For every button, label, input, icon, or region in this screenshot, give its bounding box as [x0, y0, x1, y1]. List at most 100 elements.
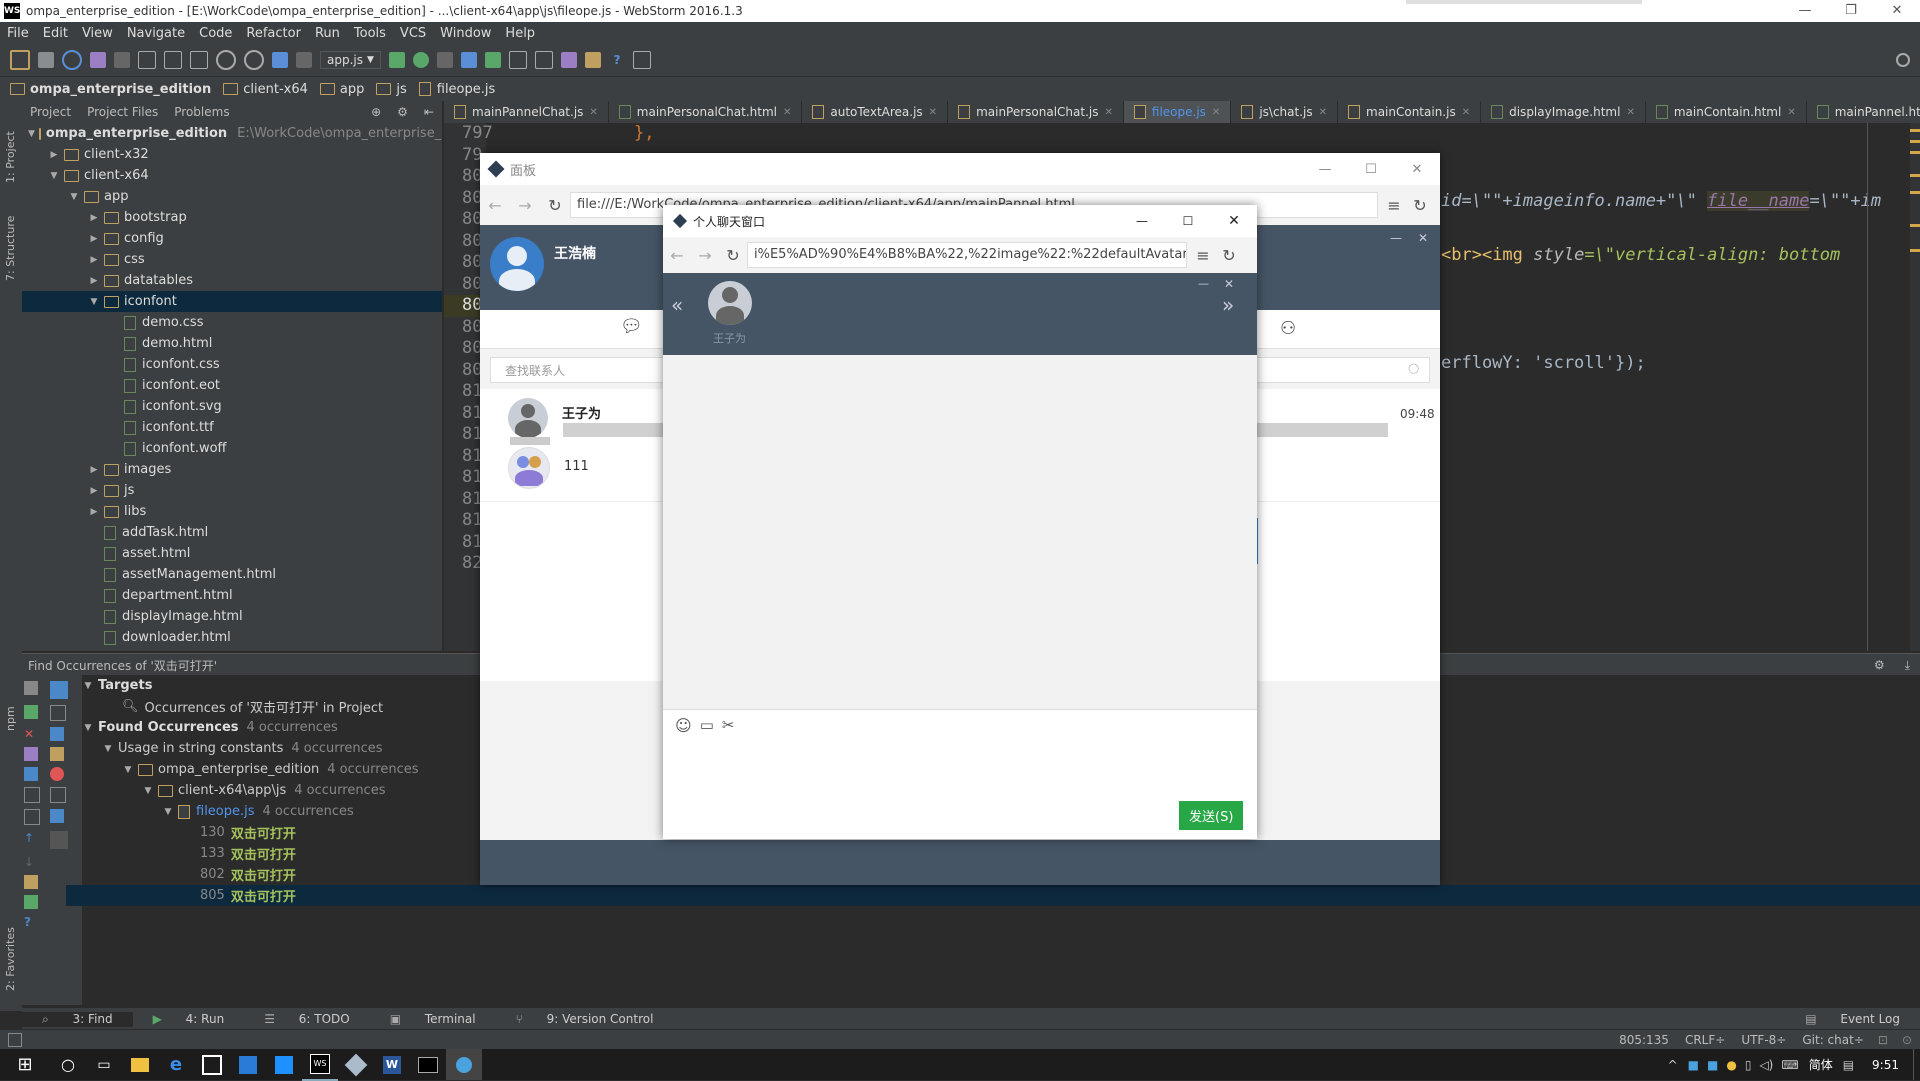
tree-folder[interactable]: ▶ client-x32: [22, 144, 442, 165]
expand-arrow-icon[interactable]: ▼: [48, 171, 60, 181]
filter-icon[interactable]: [50, 681, 68, 699]
tab-version-control[interactable]: ⑂ 9: Version Control: [496, 1012, 674, 1026]
menu-vcs[interactable]: VCS: [393, 26, 433, 41]
close-button[interactable]: ✕: [1211, 213, 1257, 229]
menu-view[interactable]: View: [75, 26, 120, 41]
hide-panel-icon[interactable]: ⇤: [416, 105, 442, 119]
expand-all-icon[interactable]: [24, 787, 40, 803]
merge-icon[interactable]: [50, 787, 66, 803]
close-button[interactable]: ✕: [1874, 0, 1920, 22]
chevron-left-icon[interactable]: «: [671, 293, 683, 317]
forward-icon[interactable]: →: [691, 246, 719, 265]
tree-folder[interactable]: ▼ client-x64: [22, 165, 442, 186]
sync-icon[interactable]: [62, 50, 82, 70]
minimize-button[interactable]: —: [1198, 277, 1209, 290]
send-button[interactable]: 发送(S): [1179, 801, 1244, 830]
tree-folder[interactable]: ▶ bootstrap: [22, 207, 442, 228]
editor-tab[interactable]: mainContain.html ✕: [1646, 101, 1807, 123]
help-icon[interactable]: ?: [609, 52, 625, 68]
replace-icon[interactable]: [244, 50, 264, 70]
sync-icon[interactable]: ⊕: [363, 105, 389, 119]
vcs-history-icon[interactable]: [534, 51, 553, 69]
expand-arrow-icon[interactable]: ▶: [88, 213, 100, 223]
gear-icon[interactable]: ⚙: [1864, 658, 1895, 672]
forward-icon[interactable]: [296, 52, 312, 68]
message-area[interactable]: [663, 355, 1257, 710]
structure-tool-tab[interactable]: 7: Structure: [4, 216, 17, 281]
menu-edit[interactable]: Edit: [36, 26, 75, 41]
editor-tab[interactable]: autoTextArea.js ✕: [802, 101, 949, 123]
close-tab-icon[interactable]: ✕: [589, 107, 597, 118]
contact-avatar[interactable]: [708, 281, 752, 325]
close-tab-icon[interactable]: ✕: [1212, 107, 1220, 118]
tab-project-files[interactable]: Project Files: [79, 105, 166, 119]
store-icon[interactable]: [194, 1049, 230, 1080]
copy-icon[interactable]: [24, 895, 38, 909]
pin-icon[interactable]: [24, 747, 38, 761]
line-separator[interactable]: CRLF÷: [1677, 1033, 1733, 1047]
npm-tool-tab[interactable]: npm: [4, 706, 17, 731]
menu-navigate[interactable]: Navigate: [120, 26, 192, 41]
tree-file[interactable]: demo.css: [22, 312, 442, 333]
expand-arrow-icon[interactable]: ▶: [88, 255, 100, 265]
notifications-icon[interactable]: ▤: [1839, 1058, 1858, 1072]
expand-arrow-icon[interactable]: ▶: [88, 465, 100, 475]
close-tab-icon[interactable]: ✕: [1626, 107, 1634, 118]
project-tool-tab[interactable]: 1: Project: [4, 131, 17, 183]
close-tab-icon[interactable]: ✕: [929, 107, 937, 118]
group-icon[interactable]: [50, 705, 66, 721]
reload-icon[interactable]: ↻: [540, 196, 570, 215]
maximize-button[interactable]: ❐: [1828, 0, 1874, 22]
tree-file[interactable]: iconfont.ttf: [22, 417, 442, 438]
show-desktop-button[interactable]: [1913, 1049, 1920, 1080]
reload-icon[interactable]: ↻: [1219, 246, 1239, 265]
breadcrumb-item[interactable]: client-x64: [217, 82, 314, 97]
lock-icon[interactable]: ⊡: [1872, 1033, 1894, 1047]
expand-arrow-icon[interactable]: ▶: [88, 507, 100, 517]
start-windows-icon[interactable]: ⊞: [0, 1054, 50, 1075]
close-tab-icon[interactable]: ✕: [1787, 107, 1795, 118]
tray-app-icon[interactable]: ●: [1722, 1058, 1740, 1072]
tree-file[interactable]: displayImage.html: [22, 606, 442, 627]
editor-tab[interactable]: fileope.js ✕: [1123, 101, 1232, 123]
contacts-icon[interactable]: ⚇: [1280, 318, 1296, 339]
undo-icon[interactable]: [90, 52, 106, 68]
editor-tab[interactable]: mainContain.js ✕: [1338, 101, 1482, 123]
editor-tab[interactable]: mainPannel.html✕: [1807, 101, 1920, 123]
tree-root[interactable]: ▼ ompa_enterprise_edition E:\WorkCode\om…: [22, 123, 442, 144]
tab-terminal[interactable]: ▣ Terminal: [370, 1012, 496, 1026]
hide-panel-icon[interactable]: ⤓: [1895, 658, 1920, 673]
expand-arrow-icon[interactable]: ▶: [88, 486, 100, 496]
cmd-icon[interactable]: [410, 1049, 446, 1080]
browser-taskbar-icon[interactable]: [446, 1049, 482, 1080]
editor-tab[interactable]: displayImage.html ✕: [1481, 101, 1646, 123]
search-icon[interactable]: ○: [1408, 361, 1419, 376]
clock[interactable]: 9:51: [1858, 1058, 1913, 1072]
tree-file[interactable]: demo.html: [22, 333, 442, 354]
menu-code[interactable]: Code: [192, 26, 239, 41]
menu-help[interactable]: Help: [498, 26, 542, 41]
tree-folder[interactable]: ▶ js: [22, 480, 442, 501]
menu-refactor[interactable]: Refactor: [239, 26, 308, 41]
search-icon[interactable]: ○: [50, 1055, 86, 1074]
chevron-right-icon[interactable]: »: [1222, 293, 1234, 317]
rerun-icon[interactable]: [24, 681, 38, 695]
help-icon[interactable]: ?: [24, 915, 50, 929]
file-encoding[interactable]: UTF-8÷: [1733, 1033, 1794, 1047]
close-tab-icon[interactable]: ✕: [783, 107, 791, 118]
tree-file[interactable]: downloader.html: [22, 627, 442, 648]
chat-url-input[interactable]: i%E5%AD%90%E4%B8%BA%22,%22image%22:%22de…: [747, 242, 1187, 268]
paste-icon[interactable]: [190, 51, 208, 69]
menu-window[interactable]: Window: [433, 26, 498, 41]
minimize-button[interactable]: —: [1390, 231, 1402, 245]
close-tab-icon[interactable]: ✕: [1462, 107, 1470, 118]
vcs-update-icon[interactable]: [460, 52, 477, 68]
expand-arrow-icon[interactable]: ▶: [48, 150, 60, 160]
caret-position[interactable]: 805:135: [1611, 1033, 1677, 1047]
next-occurrence-icon[interactable]: ↓: [24, 855, 50, 869]
export-to-file-icon[interactable]: [24, 875, 38, 889]
scroll-marker-strip[interactable]: [1910, 123, 1920, 651]
chat-icon[interactable]: 💬︎: [620, 316, 643, 337]
tree-folder[interactable]: ▶ css: [22, 249, 442, 270]
tree-folder[interactable]: ▶ datatables: [22, 270, 442, 291]
